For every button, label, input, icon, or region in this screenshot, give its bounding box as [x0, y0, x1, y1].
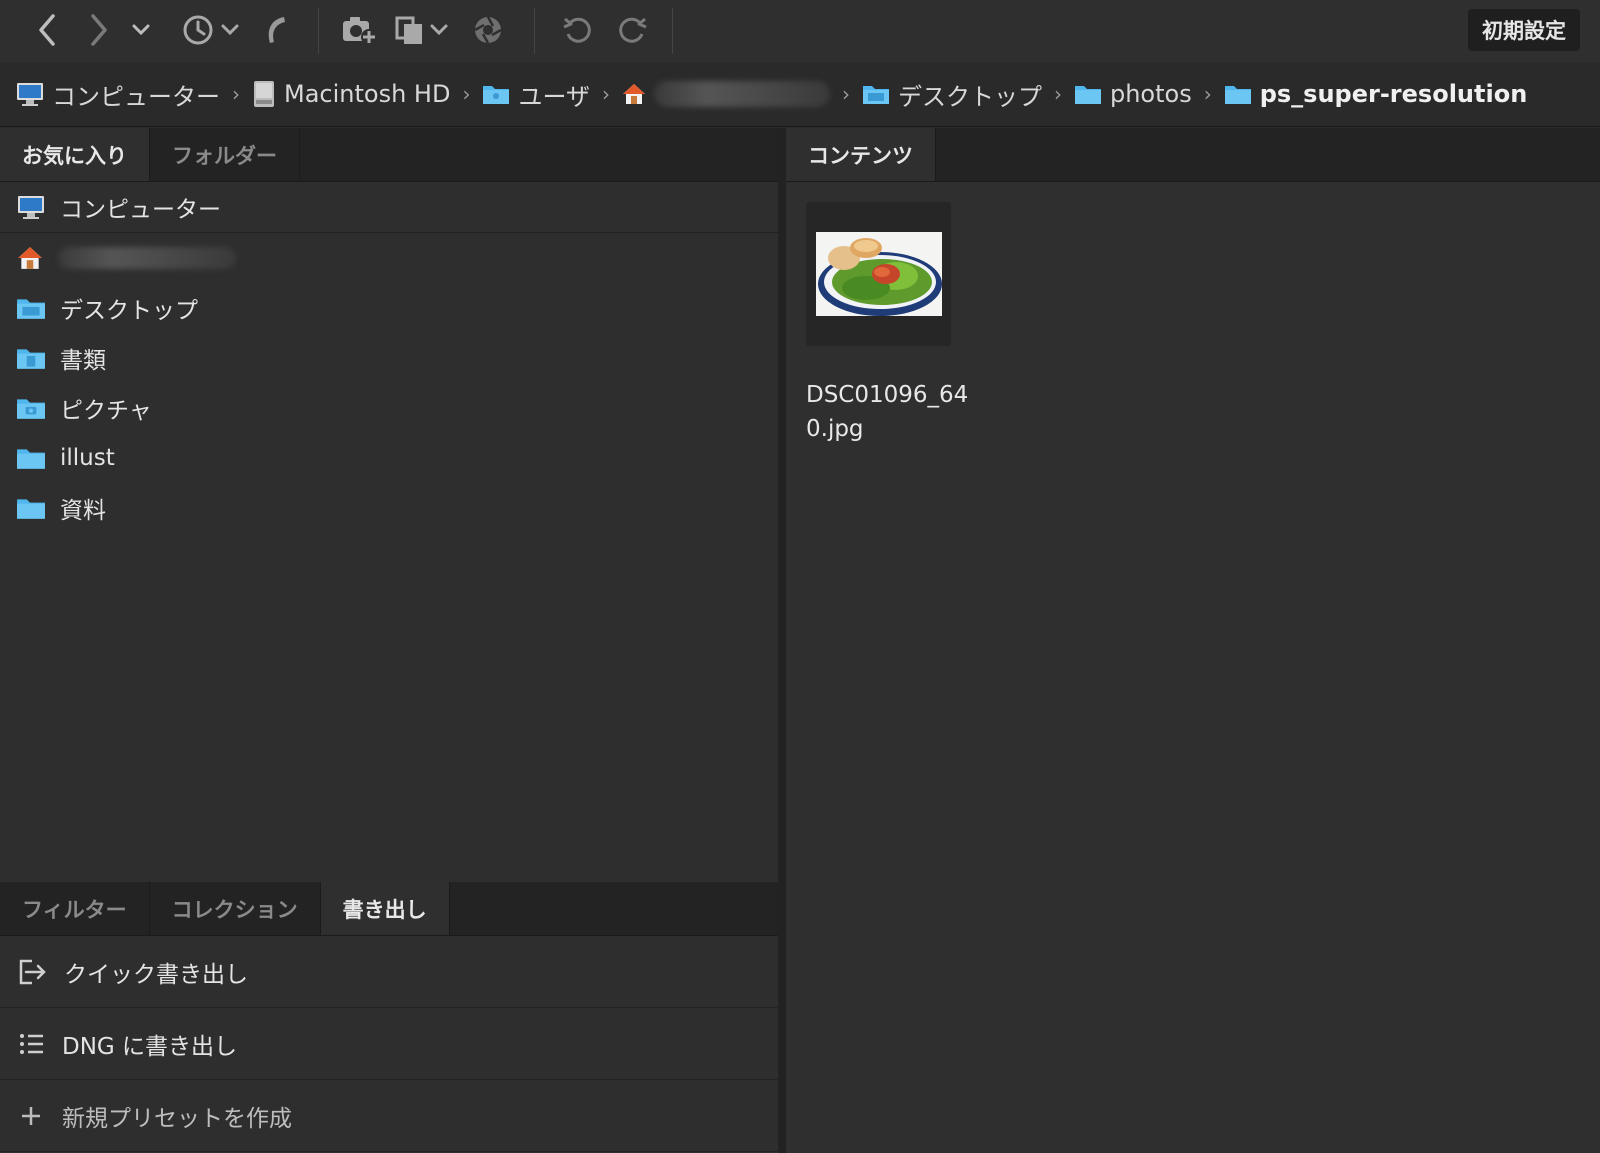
file-name[interactable]: DSC01096_640.jpg [806, 378, 986, 446]
tab-filter[interactable]: フィルター [0, 882, 150, 935]
toolbar-separator [672, 8, 673, 54]
favorite-item-computer[interactable]: コンピューター [0, 182, 778, 233]
tab-folders[interactable]: フォルダー [150, 128, 300, 181]
favorite-item-pictures[interactable]: ピクチャ [0, 383, 778, 433]
export-label: 新規プリセットを作成 [62, 1105, 292, 1132]
camera-import-icon[interactable] [340, 10, 380, 50]
preferences-button[interactable]: 初期設定 [1468, 9, 1580, 51]
folder-icon [16, 296, 46, 320]
export-dng-item[interactable]: DNG に書き出し [0, 1008, 778, 1080]
thumbnail-image [815, 232, 942, 316]
toolbar-separator [318, 8, 319, 54]
breadcrumb-item-desktop[interactable]: デスクトップ [862, 77, 1042, 112]
tab-collections[interactable]: コレクション [150, 882, 321, 935]
redacted-username [653, 81, 830, 107]
back-icon[interactable] [30, 10, 64, 50]
plus-icon [18, 1103, 46, 1129]
documents-folder-icon [16, 346, 46, 370]
favorites-tabs: お気に入り フォルダー [0, 128, 778, 182]
redacted-username [58, 247, 236, 269]
toolbar: 初期設定 [0, 0, 1600, 63]
bottom-section: フィルター コレクション 書き出し クイック書き出し DNG に書き出し 新規プ… [0, 882, 778, 1152]
folder-icon [1224, 83, 1252, 105]
breadcrumb-label: デスクトップ [897, 82, 1042, 111]
chevron-down-icon[interactable] [128, 10, 154, 50]
breadcrumb-item-users[interactable]: ユーザ [482, 77, 590, 112]
aperture-icon[interactable] [470, 10, 506, 50]
folder-icon [16, 496, 46, 520]
quick-export-item[interactable]: クイック書き出し [0, 936, 778, 1008]
favorite-item-home[interactable] [0, 233, 778, 283]
favorite-label: illust [60, 445, 115, 471]
breadcrumb-label: ps_super-resolution [1259, 80, 1528, 108]
home-icon [622, 82, 646, 106]
export-label: DNG に書き出し [62, 1033, 238, 1060]
folder-icon [862, 83, 890, 105]
favorite-item-illust[interactable]: illust [0, 433, 778, 483]
computer-icon [16, 81, 44, 107]
favorites-list: コンピューター デスクトップ 書類 ピクチャ illust 資料 [0, 182, 778, 533]
pictures-folder-icon [16, 396, 46, 420]
breadcrumb-label: Macintosh HD [284, 80, 451, 108]
tab-favorites[interactable]: お気に入り [0, 128, 150, 181]
computer-icon [16, 194, 46, 220]
breadcrumb-label: コンピューター [52, 82, 220, 111]
breadcrumb-item-ps-super-resolution[interactable]: ps_super-resolution [1224, 80, 1528, 108]
chevron-right-icon: › [462, 82, 471, 106]
content-panel: コンテンツ DSC01096_640.jpg [786, 128, 1600, 1153]
breadcrumb-item-photos[interactable]: photos [1074, 80, 1192, 108]
copy-icon[interactable] [394, 10, 452, 50]
chevron-right-icon: › [1053, 82, 1062, 106]
bottom-tabs: フィルター コレクション 書き出し [0, 882, 778, 936]
folder-icon [16, 446, 46, 470]
export-list: クイック書き出し DNG に書き出し 新規プリセットを作成 [0, 936, 778, 1152]
breadcrumb-label: ユーザ [518, 82, 590, 111]
breadcrumb-label: photos [1109, 80, 1192, 108]
forward-icon[interactable] [82, 10, 116, 50]
rotate-left-icon[interactable] [560, 10, 596, 50]
favorite-item-desktop[interactable]: デスクトップ [0, 283, 778, 333]
folder-icon [482, 83, 510, 105]
favorite-item-documents[interactable]: 書類 [0, 333, 778, 383]
drive-icon [252, 80, 276, 108]
chevron-right-icon: › [1203, 82, 1212, 106]
panel-divider[interactable] [778, 128, 786, 1153]
home-icon [16, 245, 44, 271]
favorite-label: 資料 [60, 498, 106, 524]
favorite-item-materials[interactable]: 資料 [0, 483, 778, 533]
list-icon [18, 1031, 46, 1057]
favorite-label: デスクトップ [60, 298, 198, 324]
left-panel: お気に入り フォルダー コンピューター デスクトップ 書類 ピクチャ illus… [0, 128, 778, 1153]
chevron-right-icon: › [841, 82, 850, 106]
quick-export-icon [18, 958, 48, 986]
favorite-label: ピクチャ [60, 398, 152, 424]
content-tabs: コンテンツ [786, 128, 1600, 182]
rotate-right-icon[interactable] [614, 10, 650, 50]
history-icon[interactable] [180, 10, 244, 50]
tab-export[interactable]: 書き出し [320, 882, 450, 935]
favorite-label: 書類 [60, 348, 106, 374]
toolbar-separator [534, 8, 535, 54]
boomerang-icon[interactable] [260, 10, 292, 50]
breadcrumb: コンピューター › Macintosh HD › ユーザ › › デスクトップ … [0, 62, 1600, 127]
breadcrumb-item-macintosh-hd[interactable]: Macintosh HD [252, 80, 450, 108]
export-label: クイック書き出し [64, 961, 248, 988]
tab-content[interactable]: コンテンツ [786, 128, 936, 181]
chevron-right-icon: › [232, 82, 240, 106]
folder-icon [1074, 83, 1102, 105]
new-preset-item[interactable]: 新規プリセットを作成 [0, 1080, 778, 1152]
chevron-right-icon: › [601, 82, 610, 106]
breadcrumb-item-home[interactable] [622, 81, 830, 107]
file-thumbnail[interactable] [806, 202, 951, 346]
favorite-label: コンピューター [60, 197, 221, 223]
breadcrumb-item-computer[interactable]: コンピューター [16, 77, 220, 112]
